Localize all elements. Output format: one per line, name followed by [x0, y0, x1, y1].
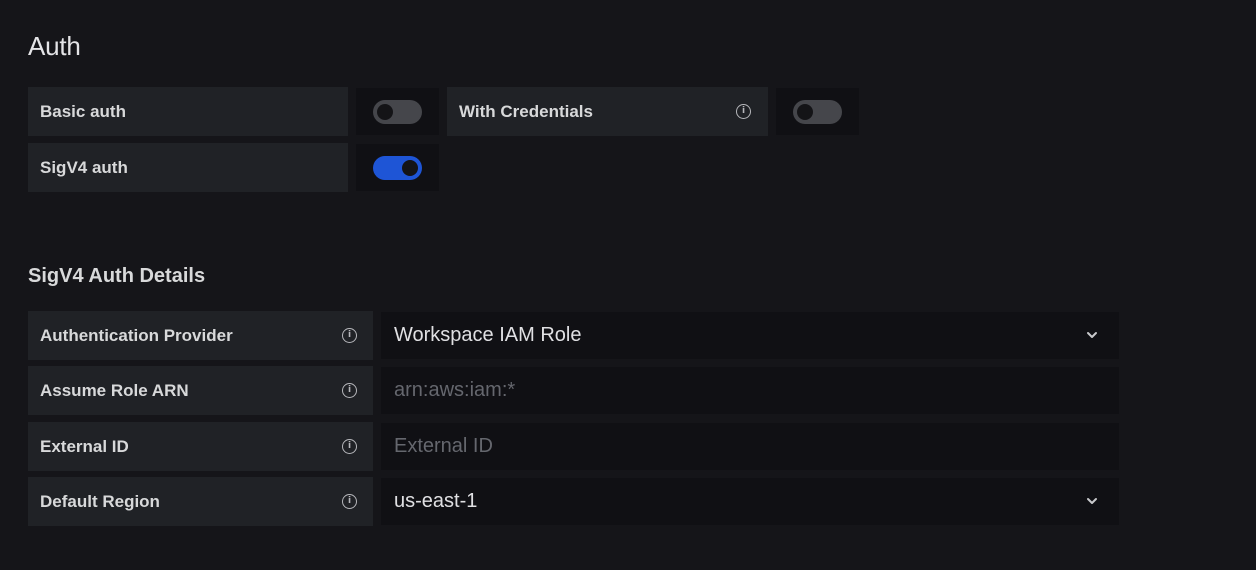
authentication-provider-label-text: Authentication Provider [40, 325, 233, 345]
with-credentials-label: With Credentials i [447, 87, 768, 136]
external-id-label: External ID i [28, 422, 373, 471]
sigv4-auth-toggle[interactable] [373, 155, 422, 180]
with-credentials-label-text: With Credentials [459, 101, 593, 121]
default-region-select[interactable]: us-east-1 [381, 478, 1119, 525]
with-credentials-toggle[interactable] [793, 99, 842, 124]
external-id-label-text: External ID [40, 436, 129, 456]
assume-role-arn-label-text: Assume Role ARN [40, 380, 189, 400]
authentication-provider-select[interactable]: Workspace IAM Role [381, 312, 1119, 359]
toggle-knob [797, 103, 813, 120]
with-credentials-toggle-container [776, 88, 859, 135]
authentication-provider-selected-value: Workspace IAM Role [394, 324, 582, 346]
info-circle-icon[interactable]: i [342, 439, 357, 454]
external-id-placeholder: External ID [394, 435, 493, 457]
info-circle-icon[interactable]: i [342, 383, 357, 398]
external-id-input[interactable]: External ID [381, 423, 1119, 470]
basic-auth-label-text: Basic auth [40, 101, 126, 121]
basic-auth-toggle[interactable] [373, 99, 422, 124]
assume-role-arn-label: Assume Role ARN i [28, 366, 373, 415]
info-circle-icon[interactable]: i [342, 494, 357, 509]
chevron-down-icon[interactable] [1085, 494, 1099, 508]
toggle-knob [402, 159, 418, 176]
assume-role-arn-input[interactable]: arn:aws:iam:* [381, 367, 1119, 414]
info-circle-icon[interactable]: i [342, 328, 357, 343]
sigv4-auth-label-text: SigV4 auth [40, 157, 128, 177]
default-region-label: Default Region i [28, 477, 373, 526]
sigv4-auth-toggle-container [356, 144, 439, 191]
assume-role-arn-placeholder: arn:aws:iam:* [394, 379, 516, 401]
basic-auth-label: Basic auth [28, 87, 348, 136]
default-region-selected-value: us-east-1 [394, 490, 478, 512]
sigv4-auth-label: SigV4 auth [28, 143, 348, 192]
info-circle-icon[interactable]: i [736, 104, 751, 119]
chevron-down-icon[interactable] [1085, 328, 1099, 342]
toggle-knob [377, 103, 393, 120]
auth-section-title: Auth [28, 31, 81, 61]
default-region-label-text: Default Region [40, 491, 160, 511]
sigv4-auth-details-title: SigV4 Auth Details [28, 265, 206, 287]
authentication-provider-label: Authentication Provider i [28, 311, 373, 360]
basic-auth-toggle-container [356, 88, 439, 135]
